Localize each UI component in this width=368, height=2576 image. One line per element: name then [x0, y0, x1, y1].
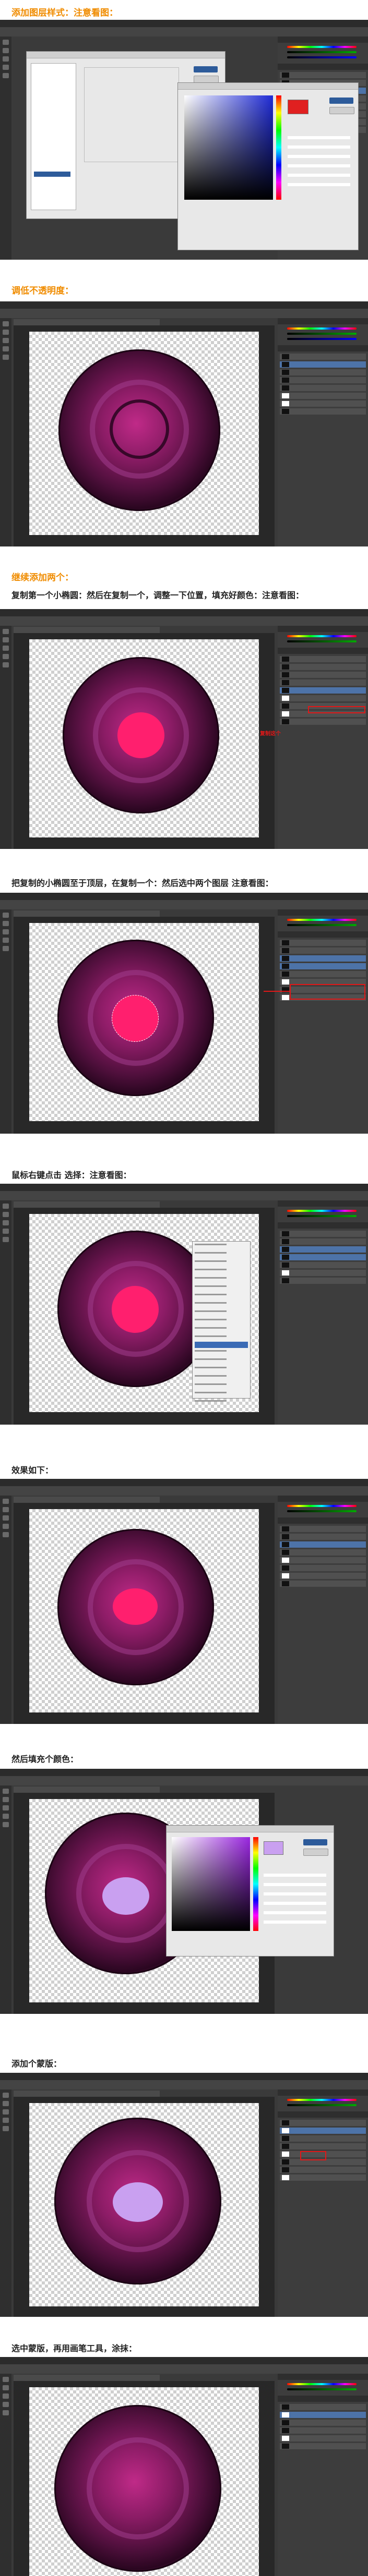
- screenshot-fill-color: [0, 1769, 368, 2014]
- tool-icon[interactable]: [3, 73, 9, 78]
- screenshot-select-layers: [0, 893, 368, 1134]
- ok-button[interactable]: [329, 98, 353, 104]
- context-menu[interactable]: [192, 1241, 251, 1399]
- step-label-2: 调低不透明度：: [11, 286, 74, 296]
- step-label-10: 选中蒙版，再用画笔工具，涂抹：: [11, 2343, 137, 2353]
- screenshot-mask: [0, 2073, 368, 2317]
- cancel-button[interactable]: [303, 1849, 328, 1856]
- step-label-8: 然后填充个颜色：: [11, 1754, 79, 1764]
- screenshot-opacity: [0, 301, 368, 546]
- screenshot-context-menu: [0, 1184, 368, 1425]
- menu-bar[interactable]: [0, 20, 368, 27]
- screenshot-brush: [0, 2357, 368, 2576]
- step-label-4: 复制第一个小椭圆：然后在复制一个，调整一下位置，填充好颜色：注意看图：: [11, 590, 304, 600]
- screenshot-result: [0, 1479, 368, 1724]
- menu-item-selected[interactable]: [195, 1342, 248, 1348]
- ok-button[interactable]: [303, 1839, 327, 1845]
- pink-ellipse: [117, 712, 164, 758]
- step-label-1: 添加图层样式：注意看图：: [11, 8, 118, 18]
- tool-icon[interactable]: [3, 48, 9, 53]
- options-bar[interactable]: [0, 27, 368, 37]
- copy-note: 复制这个: [260, 731, 281, 737]
- step-label-9: 添加个蒙版：: [11, 2059, 62, 2069]
- screenshot-layer-style: [0, 20, 368, 260]
- step-label-3: 继续添加两个：: [11, 573, 74, 583]
- step-label-7: 效果如下：: [11, 1465, 54, 1475]
- cancel-button[interactable]: [329, 107, 354, 114]
- tools-panel[interactable]: [0, 37, 11, 260]
- step-label-6: 鼠标右键点击 选择：注意看图：: [11, 1170, 132, 1180]
- ok-button[interactable]: [194, 66, 218, 72]
- tool-icon[interactable]: [3, 65, 9, 70]
- color-picker-dialog[interactable]: [177, 82, 359, 250]
- tool-icon[interactable]: [3, 40, 9, 45]
- step-label-5: 把复制的小椭圆至于顶层，在复制一个：然后选中两个图层 注意看图：: [11, 878, 274, 888]
- cancel-button[interactable]: [194, 76, 219, 83]
- screenshot-copy-ellipse: 复制这个: [0, 609, 368, 849]
- tool-icon[interactable]: [3, 56, 9, 62]
- color-picker-dialog[interactable]: [166, 1825, 334, 1957]
